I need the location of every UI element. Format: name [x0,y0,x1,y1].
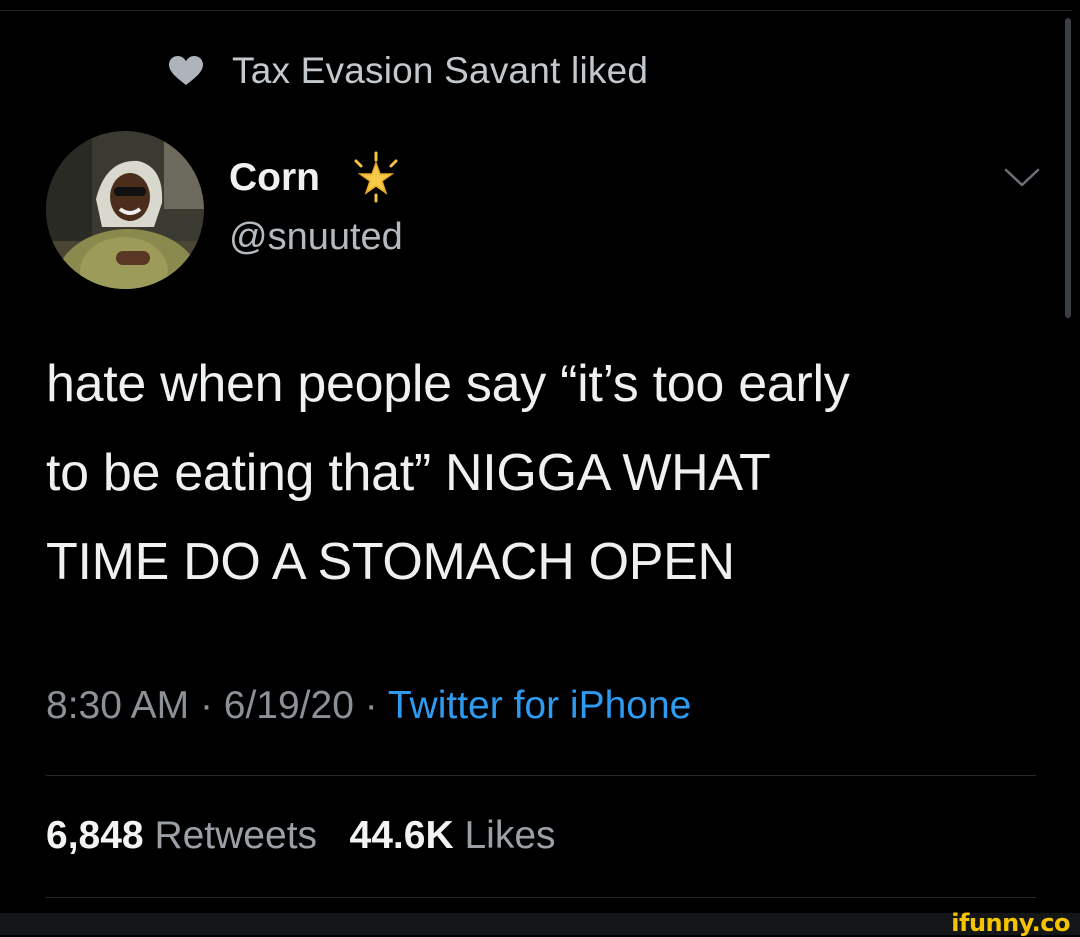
tweet-date: 6/19/20 [223,684,354,727]
chevron-down-icon[interactable] [1002,164,1042,192]
ifunny-watermark: ifunny.co [951,909,1070,937]
retweets-stat[interactable]: 6,848 Retweets [46,814,317,857]
author-handle[interactable]: @snuuted [229,216,403,259]
heart-icon [168,55,204,87]
avatar[interactable] [46,131,204,289]
social-context[interactable]: Tax Evasion Savant liked [168,48,648,94]
retweets-count: 6,848 [46,814,144,857]
tweet-time: 8:30 AM [46,684,190,727]
tweet-source-link[interactable]: Twitter for iPhone [388,684,691,727]
likes-count: 44.6K [349,814,454,857]
divider [46,775,1036,776]
liked-by-text: Tax Evasion Savant liked [232,50,649,91]
likes-stat[interactable]: 44.6K Likes [350,814,556,857]
likes-label: Likes [464,814,556,857]
tweet-meta: 8:30 AM · 6/19/20 · Twitter for iPhone [46,684,691,728]
tweet-text-line: hate when people say “it’s too early [46,355,850,413]
divider [46,897,1036,898]
tweet-text: hate when people say “it’s too early to … [46,340,1046,607]
meta-separator: · [199,684,213,727]
top-divider [0,10,1072,11]
scrollbar[interactable] [1065,18,1071,318]
tweet-text-line: TIME DO A STOMACH OPEN [46,533,735,591]
tweet-text-line: to be eating that” NIGGA WHAT [46,444,771,502]
retweets-label: Retweets [154,814,318,857]
meta-separator: · [364,684,378,727]
tweet-stats: 6,848 Retweets 44.6K Likes [46,814,556,858]
watermark-bar [0,913,1080,935]
author-name[interactable]: Corn [229,156,320,200]
glowing-star-icon [350,151,402,203]
